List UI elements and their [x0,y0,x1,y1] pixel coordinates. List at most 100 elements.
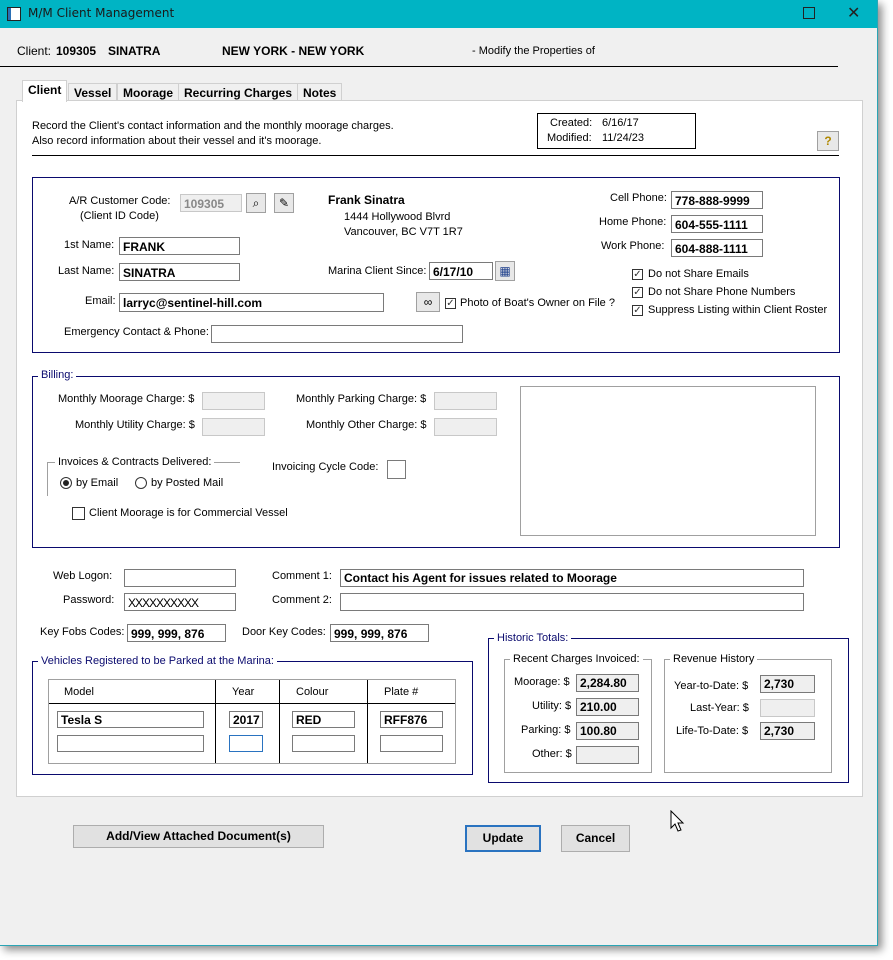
edit-notepad-icon[interactable]: ✎ [274,193,294,213]
monthly-utility-field[interactable] [202,418,265,436]
ltd-field: 2,730 [760,722,815,740]
ar-code-field[interactable]: 109305 [180,194,242,212]
monthly-utility-label: Monthly Utility Charge: $ [75,419,195,431]
client-since-field[interactable]: 6/17/10 [429,262,493,280]
monthly-other-field[interactable] [434,418,497,436]
email-field[interactable]: larryc@sentinel-hill.com [119,293,384,312]
comment-1-field[interactable]: Contact his Agent for issues related to … [340,569,804,587]
column-divider [279,680,280,763]
client-location: NEW YORK - NEW YORK [222,44,365,58]
revenue-history-title: Revenue History [670,653,758,665]
by-email-radio[interactable] [60,477,72,489]
vehicle-2-plate-field[interactable] [380,735,443,752]
door-key-label: Door Key Codes: [242,626,326,638]
help-icon[interactable]: ? [817,131,839,151]
first-name-label: 1st Name: [64,239,115,251]
glasses-view-icon[interactable]: ∞ [416,292,440,312]
web-logon-field[interactable] [124,569,236,587]
monthly-parking-field[interactable] [434,392,497,410]
ltd-label: Life-To-Date: $ [676,725,749,737]
monthly-other-label: Monthly Other Charge: $ [306,419,427,431]
close-icon[interactable]: ✕ [847,3,860,22]
work-phone-field[interactable]: 604-888-1111 [671,239,763,257]
no-share-emails-label: Do not Share Emails [648,268,749,280]
suppress-listing-checkbox[interactable]: ✓ [632,305,643,316]
delivery-title: Invoices & Contracts Delivered: [55,456,215,468]
recent-parking-label: Parking: $ [521,724,571,736]
calendar-icon[interactable]: ▦ [495,261,515,281]
emergency-field[interactable] [211,325,463,343]
column-divider [215,680,216,763]
header-divider [0,66,838,67]
vehicle-2-year-field[interactable] [229,735,263,752]
address-line-2: Vancouver, BC V7T 1R7 [344,226,463,238]
audit-box: Created: 6/16/17 Modified: 11/24/23 [537,113,696,149]
key-fobs-label: Key Fobs Codes: [40,626,125,638]
last-name-label: Last Name: [58,265,115,277]
vehicle-2-model-field[interactable] [57,735,204,752]
app-icon [7,7,21,21]
vehicles-title: Vehicles Registered to be Parked at the … [38,655,277,667]
attach-documents-button[interactable]: Add/View Attached Document(s) [73,825,324,848]
update-button[interactable]: Update [465,825,541,852]
client-code: 109305 [56,44,97,58]
recent-parking-field: 100.80 [576,722,639,740]
vehicle-1-plate-field[interactable]: RFF876 [380,711,443,728]
last-name-field[interactable]: SINATRA [119,263,240,281]
password-label: Password: [63,594,115,606]
commercial-vessel-checkbox[interactable] [72,507,85,520]
cell-phone-label: Cell Phone: [610,192,667,204]
photo-on-file-label: Photo of Boat's Owner on File ? [460,297,615,309]
first-name-field[interactable]: FRANK [119,237,240,255]
client-name: SINATRA [108,44,161,58]
comment-1-label: Comment 1: [272,570,332,582]
email-label: Email: [85,295,116,307]
vehicle-1-colour-field[interactable]: RED [292,711,355,728]
home-phone-field[interactable]: 604-555-1111 [671,215,763,233]
column-divider [367,680,368,763]
by-mail-label: by Posted Mail [151,477,224,489]
suppress-listing-label: Suppress Listing within Client Roster [648,304,828,316]
by-mail-radio[interactable] [135,477,147,489]
ytd-field: 2,730 [760,675,815,693]
client-label: Client: [17,44,52,58]
photo-on-file-checkbox[interactable]: ✓ [445,298,456,309]
address-line-1: 1444 Hollywood Blvrd [344,211,451,223]
last-year-label: Last-Year: $ [690,702,749,714]
mouse-cursor-icon [670,810,685,832]
title-bar: M/M Client Management ✕ [0,0,877,28]
vehicle-1-year-field[interactable]: 2017 [229,711,263,728]
cycle-code-field[interactable] [387,460,406,479]
monthly-moorage-field[interactable] [202,392,265,410]
ytd-label: Year-to-Date: $ [674,680,749,692]
key-fobs-field[interactable]: 999, 999, 876 [127,624,226,642]
cell-phone-field[interactable]: 778-888-9999 [671,191,763,209]
work-phone-label: Work Phone: [601,240,665,252]
cancel-button[interactable]: Cancel [561,825,630,852]
modified-value: 11/24/23 [602,132,645,144]
password-field[interactable]: XXXXXXXXXX [124,593,236,611]
recent-moorage-field: 2,284.80 [576,674,639,692]
no-share-emails-checkbox[interactable]: ✓ [632,269,643,280]
home-phone-label: Home Phone: [599,216,667,228]
intro-divider [32,155,839,156]
vehicle-1-model-field[interactable]: Tesla S [57,711,204,728]
ar-code-sublabel: (Client ID Code) [80,210,159,222]
billing-notes-area[interactable] [520,386,816,536]
created-value: 6/16/17 [602,117,639,129]
column-header-year: Year [232,686,255,698]
tab-client[interactable]: Client [22,80,68,102]
historic-totals-title: Historic Totals: [494,632,572,644]
monthly-parking-label: Monthly Parking Charge: $ [296,393,427,405]
vehicle-2-colour-field[interactable] [292,735,355,752]
client-since-label: Marina Client Since: [328,265,427,277]
binoculars-search-icon[interactable]: ⌕ [246,193,266,213]
door-key-field[interactable]: 999, 999, 876 [330,624,429,642]
monthly-moorage-label: Monthly Moorage Charge: $ [58,393,195,405]
comment-2-label: Comment 2: [272,594,332,606]
maximize-icon[interactable] [803,7,815,19]
mode-text: - Modify the Properties of [472,45,595,57]
comment-2-field[interactable] [340,593,804,611]
commercial-vessel-label: Client Moorage is for Commercial Vessel [89,507,288,519]
no-share-phones-checkbox[interactable]: ✓ [632,287,643,298]
